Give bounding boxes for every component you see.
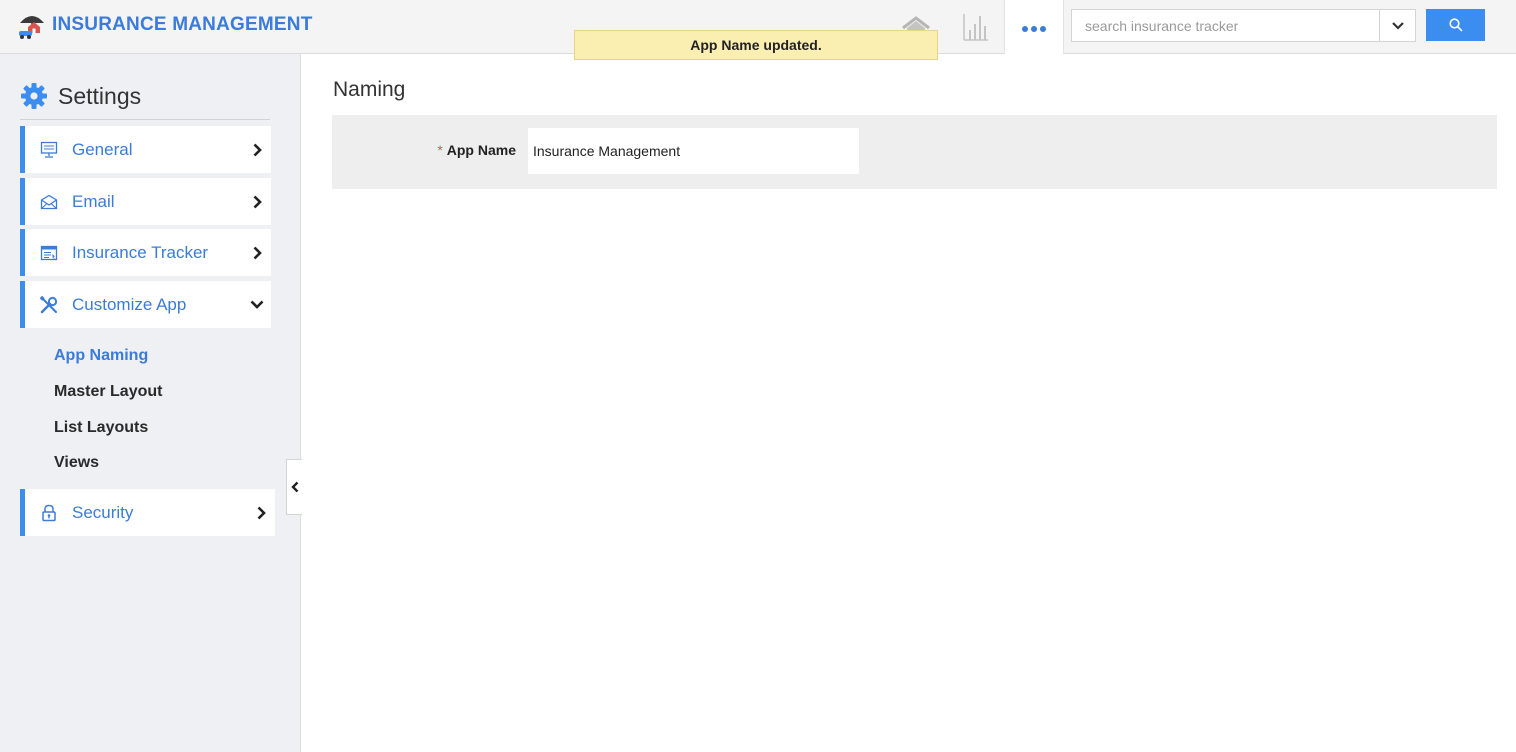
sidebar-item-customize-app[interactable]: Customize App bbox=[20, 281, 271, 328]
app-name-label: * App Name bbox=[332, 142, 516, 158]
gear-icon bbox=[21, 83, 47, 109]
sidebar-item-label: Email bbox=[72, 191, 115, 211]
app-name-form-row: * App Name bbox=[332, 115, 1497, 189]
chevron-right-icon bbox=[253, 505, 269, 521]
insurance-logo-icon bbox=[19, 16, 44, 39]
app-name-label-text: App Name bbox=[446, 142, 516, 158]
page-title: Naming bbox=[333, 78, 406, 101]
tools-icon bbox=[38, 294, 60, 316]
collapse-sidebar-button[interactable] bbox=[286, 459, 302, 515]
search-dropdown-button[interactable] bbox=[1379, 10, 1415, 41]
required-marker: * bbox=[437, 142, 443, 158]
subnav-app-naming[interactable]: App Naming bbox=[54, 347, 148, 365]
chevron-right-icon bbox=[249, 194, 265, 210]
search-icon bbox=[1448, 18, 1463, 32]
settings-heading: Settings bbox=[20, 82, 270, 120]
subnav-list-layouts[interactable]: List Layouts bbox=[54, 419, 148, 437]
bar-chart-icon bbox=[963, 13, 988, 41]
search-button[interactable] bbox=[1426, 9, 1485, 41]
envelope-icon bbox=[38, 191, 60, 213]
chevron-down-icon bbox=[249, 297, 265, 313]
sidebar-item-security[interactable]: Security bbox=[20, 489, 275, 536]
sidebar-item-label: General bbox=[72, 139, 133, 159]
sidebar-item-label: Security bbox=[72, 502, 134, 522]
chevron-right-icon bbox=[249, 142, 265, 158]
chevron-left-icon bbox=[290, 481, 298, 493]
sidebar-item-insurance-tracker[interactable]: Insurance Tracker bbox=[20, 229, 271, 276]
form-window-icon bbox=[38, 242, 60, 264]
more-dots-icon bbox=[1022, 26, 1046, 32]
app-title: INSURANCE MANAGEMENT bbox=[52, 14, 313, 35]
subnav-views[interactable]: Views bbox=[54, 454, 99, 472]
search-box bbox=[1071, 9, 1416, 42]
more-button[interactable] bbox=[1004, 0, 1064, 54]
chevron-down-icon bbox=[1391, 21, 1404, 30]
brand[interactable]: INSURANCE MANAGEMENT bbox=[16, 9, 313, 41]
search-input[interactable] bbox=[1072, 10, 1379, 41]
sidebar-item-label: Customize App bbox=[72, 294, 187, 314]
settings-sidebar: Settings General Email Insurance Tracker… bbox=[0, 54, 301, 752]
sidebar-item-email[interactable]: Email bbox=[20, 178, 271, 225]
settings-title: Settings bbox=[58, 83, 142, 109]
sidebar-item-general[interactable]: General bbox=[20, 126, 271, 173]
subnav-master-layout[interactable]: Master Layout bbox=[54, 383, 162, 401]
sidebar-item-label: Insurance Tracker bbox=[72, 242, 209, 262]
monitor-icon bbox=[38, 139, 60, 161]
app-name-input[interactable] bbox=[528, 128, 859, 174]
lock-icon bbox=[38, 502, 60, 524]
chevron-right-icon bbox=[249, 245, 265, 261]
notification-toast: App Name updated. bbox=[574, 30, 938, 60]
reports-button[interactable] bbox=[954, 0, 996, 53]
